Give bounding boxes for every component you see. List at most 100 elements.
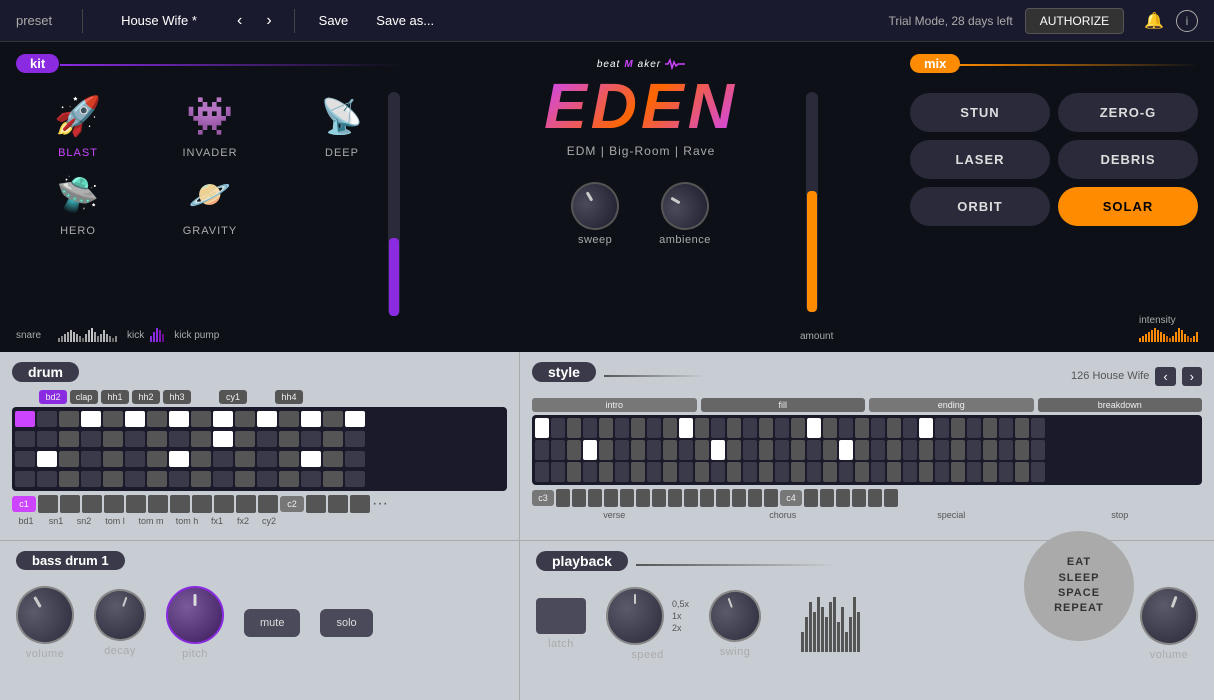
style-key-black[interactable] xyxy=(884,489,898,507)
track-hh1[interactable]: hh1 xyxy=(101,390,129,404)
style-cell[interactable] xyxy=(583,418,597,438)
drum-cell[interactable] xyxy=(323,451,343,467)
style-cell[interactable] xyxy=(823,418,837,438)
style-cell-lit[interactable] xyxy=(807,418,821,438)
style-cell[interactable] xyxy=(759,440,773,460)
style-cell[interactable] xyxy=(839,462,853,482)
style-cell[interactable] xyxy=(999,462,1013,482)
key-black[interactable] xyxy=(350,495,370,513)
style-cell[interactable] xyxy=(1015,462,1029,482)
drum-cell-lit[interactable] xyxy=(213,431,233,447)
style-cell[interactable] xyxy=(727,418,741,438)
style-cell[interactable] xyxy=(871,440,885,460)
style-cell[interactable] xyxy=(1015,440,1029,460)
drum-cell[interactable] xyxy=(125,471,145,487)
section-breakdown[interactable]: breakdown xyxy=(1038,398,1203,412)
drum-cell[interactable] xyxy=(125,451,145,467)
key-black[interactable] xyxy=(38,495,58,513)
authorize-button[interactable]: AUTHORIZE xyxy=(1025,8,1124,34)
fx-debris-button[interactable]: DEBRIS xyxy=(1058,140,1198,179)
style-cell[interactable] xyxy=(839,418,853,438)
bell-icon[interactable]: 🔔 xyxy=(1144,11,1164,31)
style-cell-lit[interactable] xyxy=(711,440,725,460)
style-cell[interactable] xyxy=(1031,418,1045,438)
bd-volume-knob[interactable] xyxy=(5,575,84,654)
section-intro[interactable]: intro xyxy=(532,398,697,412)
drum-cell[interactable] xyxy=(279,431,299,447)
style-cell[interactable] xyxy=(775,418,789,438)
fx-solar-button[interactable]: SOLAR xyxy=(1058,187,1198,226)
kit-item-hero[interactable]: 🛸 HERO xyxy=(16,167,140,237)
style-cell-lit[interactable] xyxy=(535,418,549,438)
style-cell[interactable] xyxy=(903,418,917,438)
ambience-knob[interactable] xyxy=(652,173,718,239)
style-next-button[interactable]: › xyxy=(1182,367,1202,386)
kit-vert-slider[interactable] xyxy=(388,92,400,316)
style-cell[interactable] xyxy=(535,462,549,482)
bd-decay-knob[interactable] xyxy=(87,582,154,649)
style-cell[interactable] xyxy=(663,440,677,460)
style-cell[interactable] xyxy=(711,418,725,438)
drum-cell[interactable] xyxy=(125,431,145,447)
drum-cell-lit[interactable] xyxy=(213,411,233,427)
drum-cell[interactable] xyxy=(345,471,365,487)
key-c2[interactable]: c2 xyxy=(280,496,304,512)
drum-cell[interactable] xyxy=(279,411,299,427)
style-key-black[interactable] xyxy=(652,489,666,507)
style-cell[interactable] xyxy=(631,440,645,460)
track-hh4[interactable]: hh4 xyxy=(275,390,303,404)
drum-cell[interactable] xyxy=(169,431,189,447)
drum-cell[interactable] xyxy=(15,431,35,447)
style-cell[interactable] xyxy=(775,462,789,482)
key-black[interactable] xyxy=(170,495,190,513)
style-key-c4[interactable]: c4 xyxy=(780,490,802,506)
drum-cell[interactable] xyxy=(59,471,79,487)
drum-cell[interactable] xyxy=(81,471,101,487)
drum-cell[interactable] xyxy=(235,471,255,487)
drum-cell[interactable] xyxy=(37,471,57,487)
style-cell[interactable] xyxy=(871,462,885,482)
kit-item-deep[interactable]: 📡 DEEP xyxy=(280,89,404,159)
drum-cell[interactable] xyxy=(81,431,101,447)
style-cell-lit[interactable] xyxy=(919,418,933,438)
save-button[interactable]: Save xyxy=(311,9,357,32)
drum-cell[interactable] xyxy=(323,471,343,487)
drum-cell[interactable] xyxy=(279,451,299,467)
drum-cell[interactable] xyxy=(191,471,211,487)
style-cell[interactable] xyxy=(807,462,821,482)
drum-cell[interactable] xyxy=(169,471,189,487)
key-black[interactable] xyxy=(258,495,278,513)
fx-laser-button[interactable]: LASER xyxy=(910,140,1050,179)
drum-cell-lit[interactable] xyxy=(345,411,365,427)
style-cell[interactable] xyxy=(951,418,965,438)
drum-cell[interactable] xyxy=(235,411,255,427)
key-black[interactable] xyxy=(236,495,256,513)
info-icon[interactable]: i xyxy=(1176,10,1198,32)
drum-cell[interactable] xyxy=(323,411,343,427)
style-cell[interactable] xyxy=(887,418,901,438)
drum-cell[interactable] xyxy=(59,451,79,467)
style-cell[interactable] xyxy=(983,418,997,438)
style-cell[interactable] xyxy=(647,440,661,460)
style-cell[interactable] xyxy=(615,418,629,438)
style-cell[interactable] xyxy=(727,440,741,460)
kit-item-gravity[interactable]: 🪐 GRAVITY xyxy=(148,167,272,237)
style-cell[interactable] xyxy=(855,418,869,438)
style-cell[interactable] xyxy=(567,440,581,460)
style-cell[interactable] xyxy=(663,462,677,482)
style-cell[interactable] xyxy=(695,462,709,482)
style-key-black[interactable] xyxy=(836,489,850,507)
drum-cell[interactable] xyxy=(345,451,365,467)
drum-cell[interactable] xyxy=(213,471,233,487)
style-cell[interactable] xyxy=(903,462,917,482)
bd-mute-button[interactable]: mute xyxy=(244,609,300,637)
key-black[interactable] xyxy=(126,495,146,513)
bd-solo-button[interactable]: solo xyxy=(320,609,372,637)
style-cell[interactable] xyxy=(807,440,821,460)
style-cell-lit[interactable] xyxy=(679,418,693,438)
style-cell[interactable] xyxy=(695,418,709,438)
style-key-black[interactable] xyxy=(684,489,698,507)
style-cell[interactable] xyxy=(935,418,949,438)
kit-item-invader[interactable]: 👾 INVADER xyxy=(148,89,272,159)
style-cell[interactable] xyxy=(695,440,709,460)
